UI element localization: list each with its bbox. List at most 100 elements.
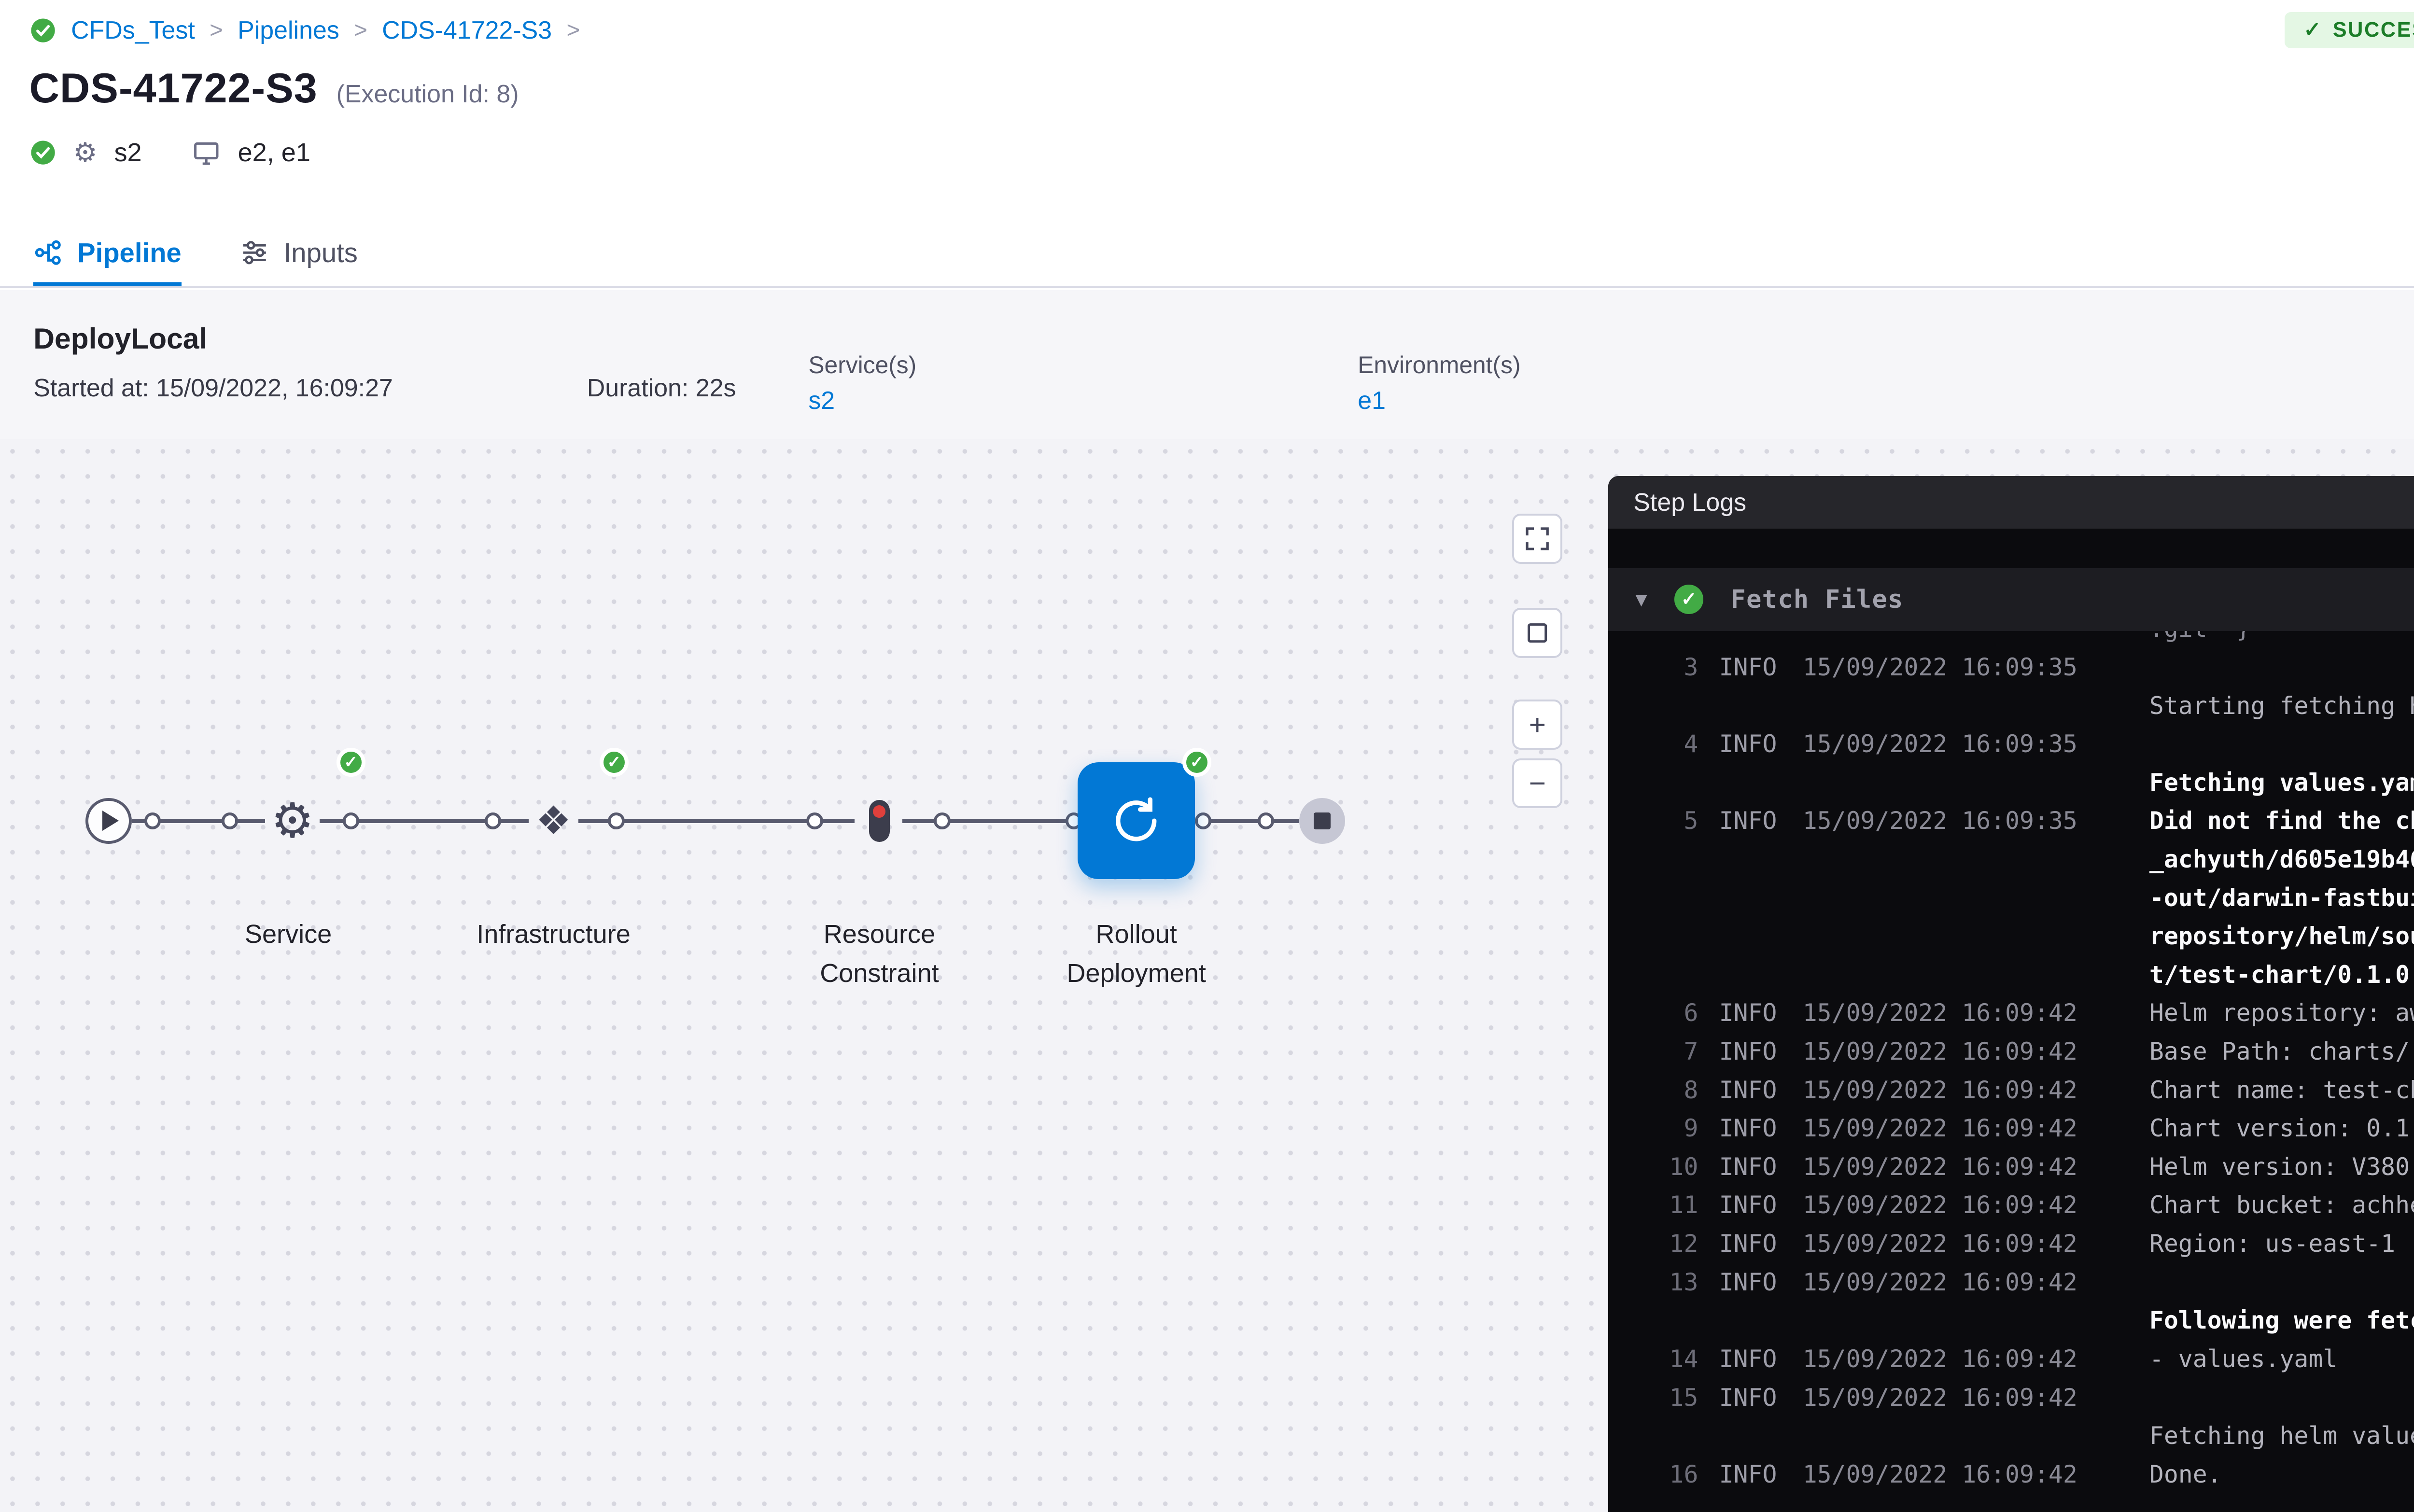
log-row: Following were fetched successfully : bbox=[1661, 1302, 2414, 1340]
breadcrumb-separator: > bbox=[354, 17, 367, 43]
log-row: 5INFO15/09/2022 16:09:35Did not find the… bbox=[1661, 802, 2414, 994]
tab-inputs-label: Inputs bbox=[284, 237, 358, 268]
environments-label: Environment(s) bbox=[1358, 351, 1520, 379]
step-success-icon: ✓ bbox=[1674, 585, 1704, 614]
stage-duration: Duration: 22s bbox=[587, 374, 736, 403]
zoom-in-button[interactable]: + bbox=[1512, 700, 1562, 750]
environment-icon bbox=[192, 138, 221, 168]
log-row: 8INFO15/09/2022 16:09:42Chart name: test… bbox=[1661, 1071, 2414, 1110]
log-row: 10INFO15/09/2022 16:09:42Helm version: V… bbox=[1661, 1148, 2414, 1187]
breadcrumb: CFDs_Test > Pipelines > CDS-41722-S3 > bbox=[29, 16, 580, 45]
edge-port bbox=[343, 812, 360, 829]
canvas-fullscreen-button[interactable] bbox=[1512, 514, 1562, 564]
infrastructure-step-label: Infrastructure bbox=[449, 915, 658, 954]
services-label: Service(s) bbox=[808, 351, 916, 379]
log-row: 4INFO15/09/2022 16:09:35 bbox=[1661, 725, 2414, 764]
log-lines: .git" }3INFO15/09/2022 16:09:35Starting … bbox=[1608, 631, 2414, 1512]
log-row: Starting fetching Helm values bbox=[1661, 687, 2414, 726]
execution-header-actions: ✓ SUCCESS Start time 15/09/2022 16:09:26… bbox=[2285, 5, 2414, 55]
log-row: 7INFO15/09/2022 16:09:42Base Path: chart… bbox=[1661, 1033, 2414, 1071]
resource-constraint-step-label: Resource Constraint bbox=[796, 915, 963, 993]
zoom-out-button[interactable]: − bbox=[1512, 758, 1562, 809]
step-logs-panel: Step Logs Console View ▾ ✓ Fetch Files ↑ bbox=[1608, 476, 2414, 1512]
execution-page: CFDs_Test > Pipelines > CDS-41722-S3 > ✓… bbox=[0, 0, 2414, 1512]
edge-port bbox=[608, 812, 625, 829]
pipeline-start-node[interactable] bbox=[85, 798, 131, 844]
environments-value-link[interactable]: e1 bbox=[1358, 386, 1386, 415]
services-value-link[interactable]: s2 bbox=[808, 386, 835, 415]
stage-name: DeployLocal bbox=[33, 322, 207, 355]
cd-module-icon bbox=[29, 17, 56, 44]
service-step-label: Service bbox=[184, 915, 393, 954]
log-row: 15INFO15/09/2022 16:09:42 bbox=[1661, 1379, 2414, 1417]
log-step-section[interactable]: ▾ ✓ Fetch Files ↑ ↓ 9s bbox=[1608, 568, 2414, 631]
tab-bar: Pipeline Inputs Console View bbox=[0, 219, 2414, 288]
environment-tag: e2, e1 bbox=[238, 138, 310, 168]
log-row: 16INFO15/09/2022 16:09:42Done. bbox=[1661, 1456, 2414, 1494]
edge-line bbox=[902, 819, 1078, 823]
status-badge: ✓ SUCCESS bbox=[2285, 12, 2414, 48]
rollout-deployment-step-label: Rollout Deployment bbox=[1053, 915, 1220, 993]
infrastructure-icon: ❖ bbox=[536, 798, 572, 844]
breadcrumb-link-project[interactable]: CFDs_Test bbox=[71, 16, 195, 45]
breadcrumb-link-pipeline[interactable]: CDS-41722-S3 bbox=[382, 16, 552, 45]
log-row: Fetching helm values completed successfu… bbox=[1661, 1417, 2414, 1456]
edge-port bbox=[485, 812, 502, 829]
log-row: 3INFO15/09/2022 16:09:35 bbox=[1661, 648, 2414, 687]
log-row: Fetching values.yaml from helm chart rep… bbox=[1661, 764, 2414, 802]
service-icon: ⚙ bbox=[73, 139, 97, 166]
tabs: Pipeline Inputs bbox=[33, 219, 358, 286]
execution-id: (Execution Id: 8) bbox=[337, 80, 519, 109]
stage-summary-bar: DeployLocal Started at: 15/09/2022, 16:0… bbox=[0, 290, 2414, 438]
service-step-node[interactable]: ⚙ bbox=[263, 792, 322, 850]
tab-pipeline-label: Pipeline bbox=[77, 237, 182, 268]
log-row: 11INFO15/09/2022 16:09:42Chart bucket: a… bbox=[1661, 1186, 2414, 1225]
breadcrumb-separator: > bbox=[210, 17, 223, 43]
edge-port bbox=[222, 812, 239, 829]
log-row: 12INFO15/09/2022 16:09:42Region: us-east… bbox=[1661, 1225, 2414, 1263]
tab-inputs[interactable]: Inputs bbox=[240, 219, 358, 286]
tab-pipeline[interactable]: Pipeline bbox=[33, 219, 181, 286]
step-logs-title: Step Logs bbox=[1633, 488, 1746, 517]
meta-row: ⚙ s2 e2, e1 Admin bbox=[0, 132, 2414, 174]
check-icon: ✓ bbox=[2303, 20, 2322, 41]
step-logs-header: Step Logs Console View bbox=[1608, 476, 2414, 528]
status-text: SUCCESS bbox=[2333, 18, 2414, 42]
log-row: 9INFO15/09/2022 16:09:42Chart version: 0… bbox=[1661, 1109, 2414, 1148]
stage-started-at: Started at: 15/09/2022, 16:09:27 bbox=[33, 374, 393, 403]
cd-module-icon bbox=[29, 139, 56, 166]
breadcrumb-row: CFDs_Test > Pipelines > CDS-41722-S3 > ✓… bbox=[0, 0, 2414, 50]
resource-constraint-icon bbox=[873, 805, 885, 818]
rollout-icon bbox=[1109, 794, 1163, 848]
log-row: 13INFO15/09/2022 16:09:42 bbox=[1661, 1263, 2414, 1302]
log-row: 14INFO15/09/2022 16:09:42- values.yaml bbox=[1661, 1340, 2414, 1379]
log-row: .git" } bbox=[1661, 631, 2414, 648]
log-row: 6INFO15/09/2022 16:09:42Helm repository:… bbox=[1661, 994, 2414, 1033]
page-title: CDS-41722-S3 bbox=[29, 65, 318, 112]
rollout-deployment-step-node[interactable] bbox=[1078, 762, 1194, 879]
edge-port bbox=[144, 812, 161, 829]
log-spacer bbox=[1608, 529, 2414, 568]
edge-port bbox=[1195, 812, 1212, 829]
title-row: CDS-41722-S3 (Execution Id: 8) bbox=[29, 65, 519, 112]
edge-port bbox=[934, 812, 951, 829]
play-icon bbox=[102, 811, 119, 831]
infrastructure-step-node[interactable]: ❖ bbox=[524, 792, 583, 850]
breadcrumb-link-pipelines[interactable]: Pipelines bbox=[238, 16, 339, 45]
breadcrumb-separator: > bbox=[566, 17, 580, 43]
canvas-fit-view-button[interactable] bbox=[1512, 608, 1562, 658]
inputs-icon bbox=[240, 238, 269, 267]
edge-port bbox=[806, 812, 823, 829]
infrastructure-success-badge: ✓ bbox=[600, 748, 629, 777]
chevron-down-icon[interactable]: ▾ bbox=[1636, 586, 1647, 613]
resource-constraint-step-node[interactable] bbox=[869, 800, 890, 842]
edge-port bbox=[1258, 812, 1275, 829]
stop-icon bbox=[1314, 812, 1331, 829]
pipeline-end-node[interactable] bbox=[1299, 798, 1345, 844]
gear-icon: ⚙ bbox=[271, 793, 314, 849]
step-name: Fetch Files bbox=[1731, 585, 1904, 614]
service-tag: s2 bbox=[114, 138, 141, 168]
pipeline-icon bbox=[33, 238, 63, 267]
rollout-success-badge: ✓ bbox=[1182, 748, 1212, 777]
service-success-badge: ✓ bbox=[337, 748, 366, 777]
